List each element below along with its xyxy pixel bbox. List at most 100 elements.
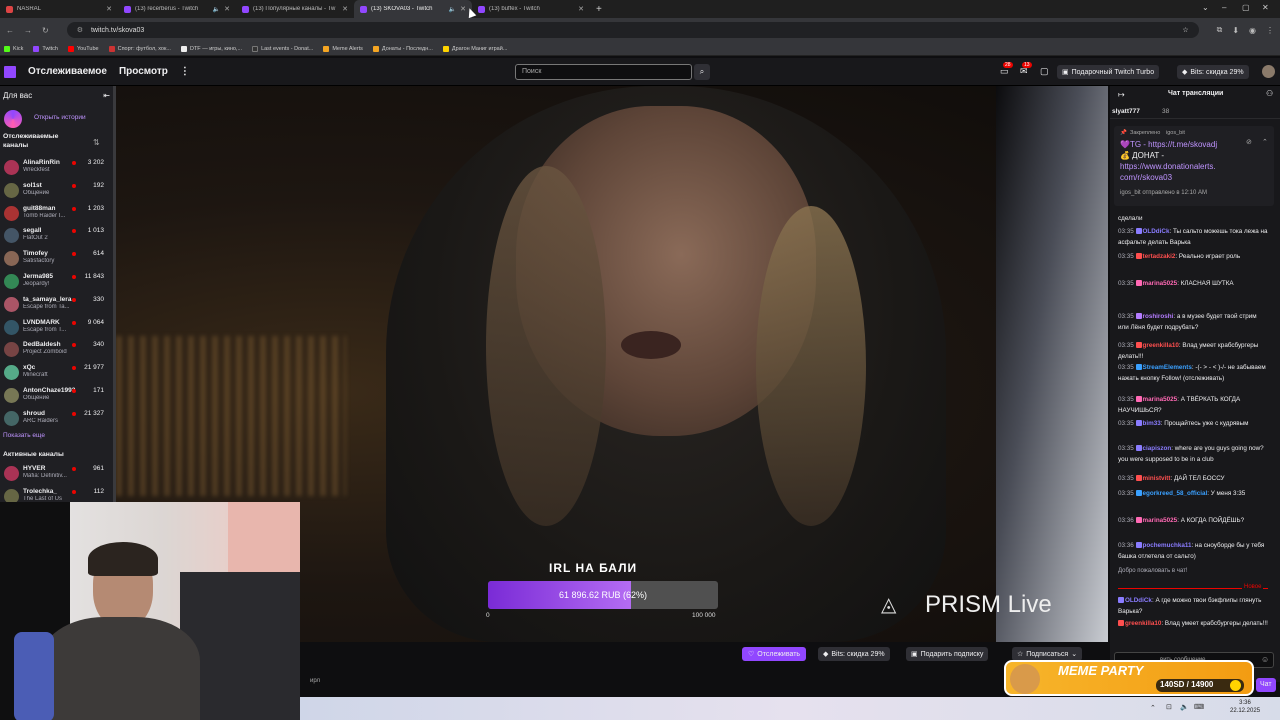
channel-item[interactable]: AntonChaze1993 Общение 171 xyxy=(2,385,112,407)
bookmark-item[interactable]: Kick xyxy=(4,45,23,52)
chat-message[interactable]: 03:35 ciapiszon: where are you guys goin… xyxy=(1118,444,1268,465)
whispers-icon[interactable]: ✉ 13 xyxy=(1020,62,1032,77)
chat-username[interactable]: OLDdiCk xyxy=(1125,597,1152,604)
bookmark-item[interactable]: Драгон Маниг играй... xyxy=(442,45,507,52)
chat-username[interactable]: ministvitt xyxy=(1143,475,1171,482)
browser-tab[interactable]: (13) recerberus - Twitch 🔈 ✕ xyxy=(118,0,236,18)
chat-message[interactable]: 03:35 marina5025: КЛАСНАЯ ШУТКА xyxy=(1118,279,1268,290)
bookmark-item[interactable]: Донаты - Последн... xyxy=(372,45,433,52)
chat-username[interactable]: marina5025 xyxy=(1143,396,1178,403)
star-icon[interactable]: ☆ xyxy=(1182,26,1188,34)
network-icon[interactable]: ⊡ xyxy=(1166,703,1172,711)
maximize-icon[interactable]: ▢ xyxy=(1242,3,1250,12)
turbo-button[interactable]: ▣ Подарочный Twitch Turbo xyxy=(1057,65,1160,79)
unpin-icon[interactable]: ⊘ xyxy=(1246,138,1252,146)
channel-item[interactable]: guit88man Tomb Raider I... 1 203 xyxy=(2,203,112,225)
follow-button[interactable]: ♡ Отслеживать xyxy=(742,647,807,661)
menu-icon[interactable]: ⋮ xyxy=(1266,26,1274,35)
close-tab-icon[interactable]: ✕ xyxy=(106,5,112,13)
url-input[interactable]: ⚙ twitch.tv/skova03 ☆ xyxy=(66,22,1199,38)
chat-message[interactable]: 03:35 greenkilla10: Влад умеет крабсбург… xyxy=(1118,341,1268,362)
gift-sub-button[interactable]: ▣ Подарить подписку xyxy=(906,647,989,661)
bookmark-item[interactable]: DTF — игры, кино,... xyxy=(180,45,242,52)
channel-item[interactable]: xQc Minecraft 21 977 xyxy=(2,362,112,384)
speaker-icon[interactable]: 🔈 xyxy=(213,6,220,13)
chat-message[interactable]: 03:35 bim33: Прощайтесь уже с кудрявым xyxy=(1118,419,1268,430)
chat-bubble-icon[interactable]: ▢ xyxy=(1040,66,1049,77)
keyboard-icon[interactable]: ⌨ xyxy=(1194,703,1204,711)
close-window-icon[interactable]: ✕ xyxy=(1262,3,1269,12)
chat-message[interactable]: 03:35 OLDdiCk: Ты сальто можешь тока леж… xyxy=(1118,227,1268,248)
notifications-icon[interactable]: ▭ 28 xyxy=(1000,62,1013,77)
chat-username[interactable]: roshiroshi xyxy=(1143,313,1174,320)
pinned-link[interactable]: 💜TG - https://t.me/skovadj xyxy=(1120,139,1242,150)
bookmark-item[interactable]: YouTube xyxy=(67,45,99,52)
bookmark-item[interactable]: Last events - Donat... xyxy=(252,45,313,52)
chevron-up-icon[interactable]: ⌃ xyxy=(1262,138,1268,146)
chat-send-button[interactable]: Чат xyxy=(1256,678,1276,692)
bookmark-item[interactable]: Meme Alerts xyxy=(323,45,363,52)
pinned-link[interactable]: https://www.donationalerts. xyxy=(1120,161,1242,172)
chat-message[interactable]: 03:35 roshiroshi: а в музее будет твой с… xyxy=(1118,312,1268,333)
browser-tab[interactable]: NASRAL ✕ xyxy=(0,0,118,18)
stories-avatar[interactable] xyxy=(4,110,22,128)
minimize-icon[interactable]: – xyxy=(1222,3,1226,12)
open-stories-link[interactable]: Открыть истории xyxy=(34,114,86,121)
chat-username[interactable]: tertadzaki2 xyxy=(1143,253,1176,260)
collapse-chat-icon[interactable]: ↦ xyxy=(1118,90,1125,99)
extensions-icon[interactable]: ⧉ xyxy=(1217,25,1223,35)
reload-icon[interactable]: ↻ xyxy=(42,26,49,35)
channel-item[interactable]: AlinaRinRin Wreckfest 3 202 xyxy=(2,157,112,179)
chat-message[interactable]: greenkilla10: Влад умеет крабсбургеры де… xyxy=(1118,619,1268,630)
chat-message[interactable]: 03:35 egorkreed_58_official: У меня 3:35 xyxy=(1118,489,1268,500)
close-tab-icon[interactable]: ✕ xyxy=(578,5,584,13)
avatar[interactable] xyxy=(1262,65,1275,78)
forward-icon[interactable]: → xyxy=(24,26,32,35)
channel-item[interactable]: Timofey Satisfactory 614 xyxy=(2,248,112,270)
chat-username[interactable]: marina5025 xyxy=(1143,280,1178,287)
chat-username[interactable]: marina5025 xyxy=(1143,517,1178,524)
stream-tag[interactable]: ирл xyxy=(310,678,320,684)
back-icon[interactable]: ← xyxy=(6,26,14,35)
bits-button[interactable]: ◆ Bits: скидка 29% xyxy=(1177,65,1249,79)
chat-message[interactable]: 03:35 ministvitt: ДАЙ ТЕЛ БОССУ xyxy=(1118,474,1268,485)
nav-following[interactable]: Отслеживаемое xyxy=(28,66,107,77)
speaker-icon[interactable]: 🔈 xyxy=(449,6,456,13)
chat-username[interactable]: greenkilla10 xyxy=(1125,620,1161,627)
profile-icon[interactable]: ◉ xyxy=(1249,26,1256,35)
tune-icon[interactable]: ⚙ xyxy=(77,26,83,34)
bits-discount-button[interactable]: ◆ Bits: скидка 29% xyxy=(818,647,890,661)
channel-item[interactable]: sol1st Общение 192 xyxy=(2,180,112,202)
pinned-link[interactable]: com/r/skova03 xyxy=(1120,172,1242,183)
channel-item[interactable]: shroud ARC Raiders 21 327 xyxy=(2,408,112,430)
chat-message[interactable]: OLDdiCk: А где можно твои бэкфлипы гляну… xyxy=(1118,596,1268,617)
channel-item[interactable]: LVNDMARK Escape from T... 9 064 xyxy=(2,317,112,339)
emote-icon[interactable]: ☺ xyxy=(1261,655,1269,664)
collapse-icon[interactable]: ⇤ xyxy=(103,91,110,100)
search-icon[interactable]: ⌕ xyxy=(694,64,710,80)
chat-message[interactable]: 03:35 StreamElements: -(- > - < )-/- не … xyxy=(1118,363,1268,384)
subscribe-button[interactable]: ☆ Подписаться ⌄ xyxy=(1012,647,1083,661)
channel-item[interactable]: segall FlatOut 2 1 013 xyxy=(2,225,112,247)
show-more-link[interactable]: Показать еще xyxy=(3,432,45,439)
channel-item[interactable]: Jerma985 Jeopardy! 11 843 xyxy=(2,271,112,293)
tab-search-icon[interactable]: ⌄ xyxy=(1202,3,1209,12)
channel-item[interactable]: ta_samaya_lera Escape from Ta... 330 xyxy=(2,294,112,316)
chat-message[interactable]: 03:35 marina5025: А ТВЁРКАТЬ КОГДА НАУЧИ… xyxy=(1118,395,1268,416)
chat-username[interactable]: OLDdiCk xyxy=(1143,228,1170,235)
nav-browse[interactable]: Просмотр xyxy=(119,66,168,77)
close-tab-icon[interactable]: ✕ xyxy=(342,5,348,13)
search-input[interactable]: Поиск xyxy=(515,64,692,80)
tray-up-icon[interactable]: ⌃ xyxy=(1150,704,1156,712)
chat-username[interactable]: egorkreed_58_official xyxy=(1143,490,1208,497)
chat-username[interactable]: ciapiszon xyxy=(1143,445,1172,452)
chat-message[interactable]: 03:35 tertadzaki2: Реально играет роль xyxy=(1118,252,1268,263)
bookmark-item[interactable]: Спорт: футбол, хок... xyxy=(108,45,171,52)
browser-tab-active[interactable]: (13) SKOVA03 - Twitch 🔈 ✕ xyxy=(354,0,472,18)
new-tab-icon[interactable]: + xyxy=(596,4,602,15)
chat-message[interactable]: 03:36 pochemuchka11: на сноуборде бы у т… xyxy=(1118,541,1268,562)
chat-message[interactable]: 03:36 marina5025: А КОГДА ПОЙДЁШЬ? xyxy=(1118,516,1268,527)
clock[interactable]: 3:36 22.12.2025 xyxy=(1230,699,1260,715)
sort-icon[interactable]: ⇅ xyxy=(93,138,100,147)
channel-item[interactable]: DedBaldesh Project Zomboid 340 xyxy=(2,339,112,361)
